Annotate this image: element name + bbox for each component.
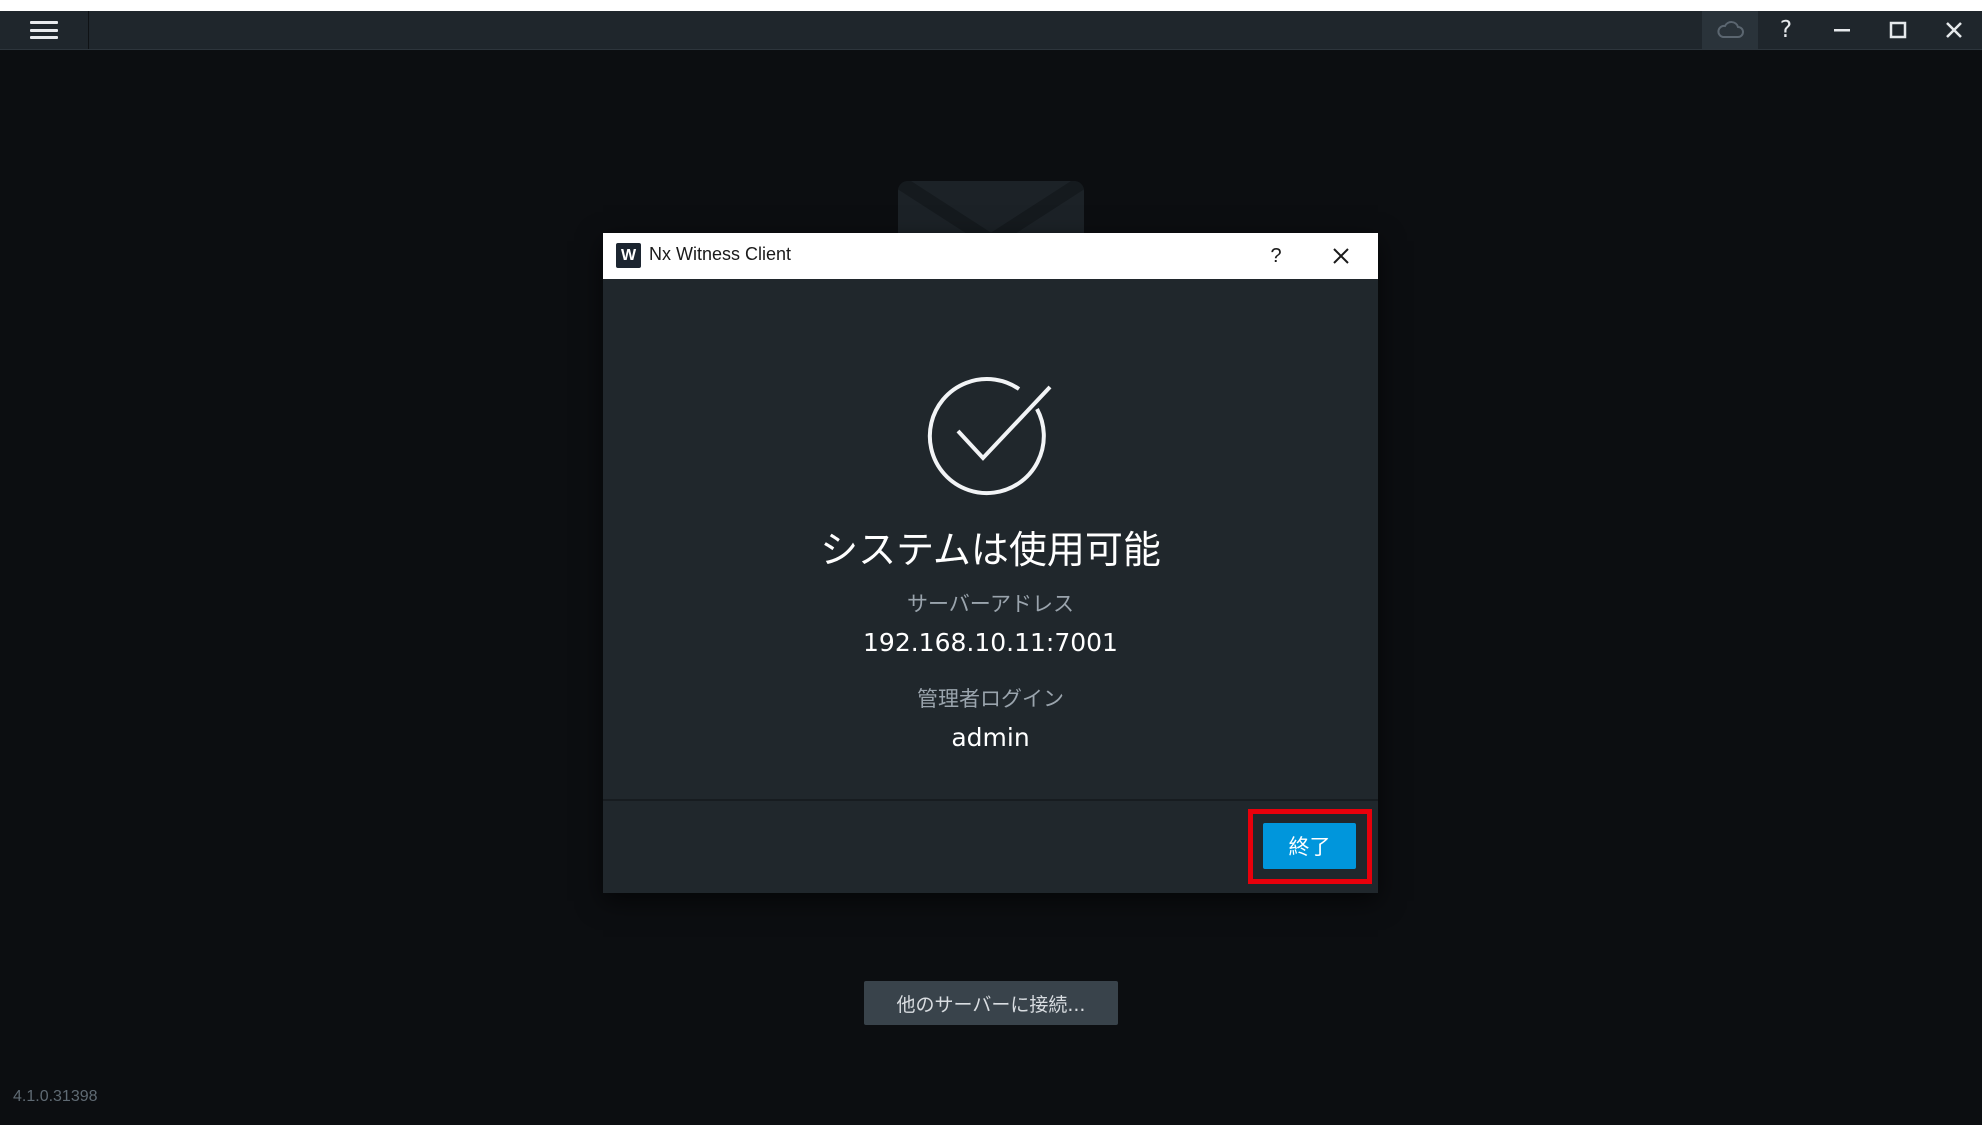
cloud-button[interactable]	[1702, 11, 1758, 49]
checkmark-circle-icon	[927, 377, 1052, 496]
dialog-footer-divider	[603, 799, 1378, 801]
dialog-title: Nx Witness Client	[649, 244, 792, 264]
version-label: 4.1.0.31398	[13, 1088, 98, 1105]
finish-button[interactable]: 終了	[1263, 823, 1356, 869]
minimize-button[interactable]	[1814, 11, 1870, 49]
help-button[interactable]: ?	[1758, 11, 1814, 49]
close-icon	[1946, 22, 1962, 38]
dialog-help-button[interactable]: ?	[1261, 241, 1291, 271]
window-controls: ?	[1702, 11, 1982, 49]
main-menu-button[interactable]	[0, 11, 89, 49]
main-titlebar: ?	[0, 11, 1982, 50]
setup-complete-dialog: W Nx Witness Client ? システムは使用可能 サーバーアドレス…	[603, 233, 1378, 893]
dialog-heading: システムは使用可能	[820, 528, 1161, 572]
admin-login-value: admin	[951, 723, 1030, 752]
server-address-label: サーバーアドレス	[907, 592, 1074, 616]
admin-login-label: 管理者ログイン	[917, 687, 1064, 711]
help-icon: ?	[1779, 16, 1793, 43]
server-address-value: 192.168.10.11:7001	[863, 628, 1118, 657]
close-icon	[1333, 248, 1349, 264]
connect-other-server-button[interactable]: 他のサーバーに接続...	[864, 981, 1118, 1025]
dialog-titlebar: W Nx Witness Client ?	[603, 233, 1378, 279]
close-button[interactable]	[1926, 11, 1982, 49]
app-logo-icon: W	[616, 243, 641, 268]
maximize-button[interactable]	[1870, 11, 1926, 49]
app-window: ? W Nx Witness Client ? システムは使用可能 サーバーアド…	[0, 0, 1982, 1125]
cloud-icon	[1717, 21, 1744, 38]
top-edge-strip	[0, 0, 1982, 11]
dialog-close-button[interactable]	[1326, 241, 1356, 271]
hamburger-icon	[30, 21, 58, 39]
maximize-icon	[1889, 21, 1907, 39]
minimize-icon	[1834, 29, 1850, 32]
background-tile	[898, 181, 1084, 241]
